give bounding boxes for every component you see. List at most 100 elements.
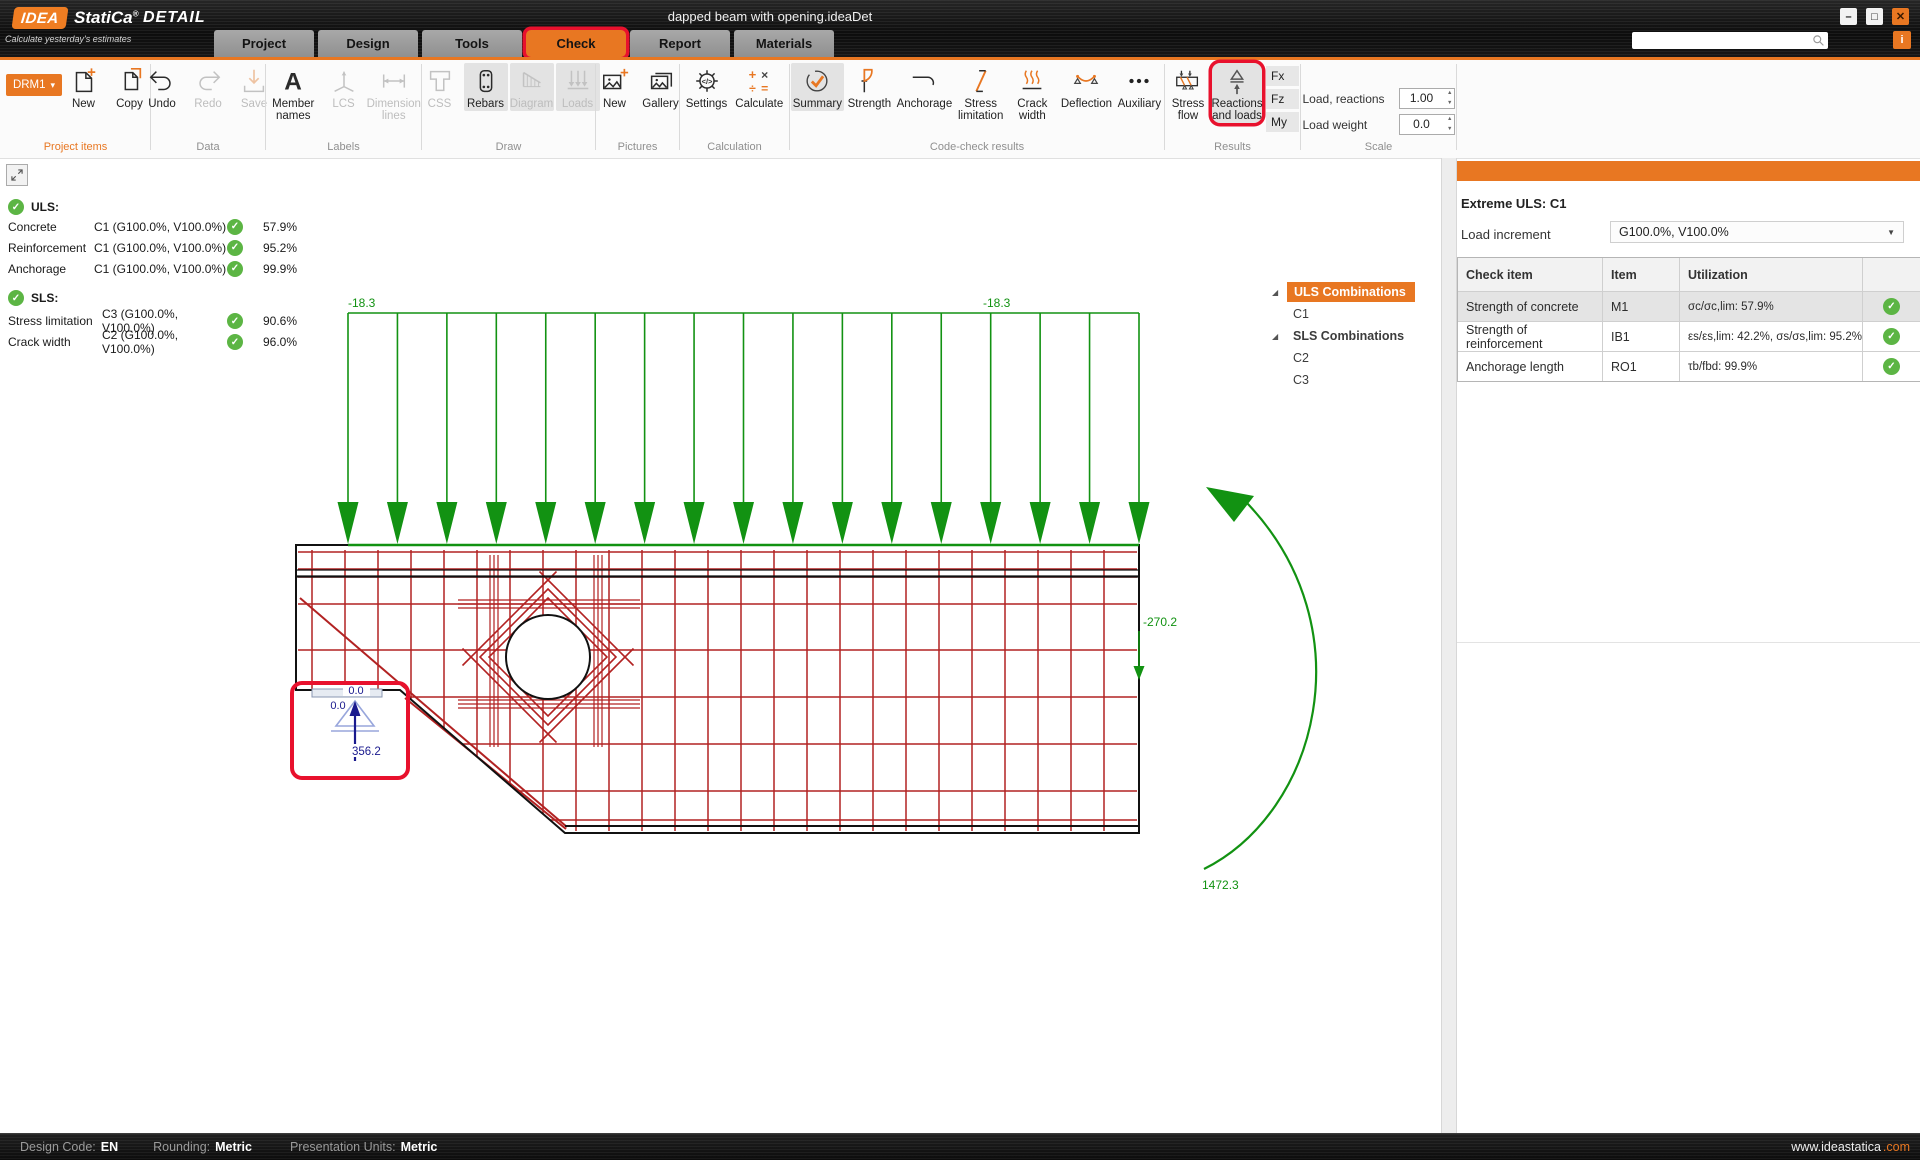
ellipsis-icon	[1122, 65, 1156, 97]
svg-text:</>: </>	[701, 77, 712, 86]
auxiliary-button[interactable]: Auxiliary	[1116, 63, 1163, 111]
table-row[interactable]: Strength of concrete M1 σc/σc,lim: 57.9%…	[1458, 291, 1920, 321]
load-arrows-icon	[561, 65, 595, 97]
ribbon-group-code-check-results: Summary Strength Anchorage Stress limita…	[791, 60, 1163, 138]
main-reinforcement-lines	[296, 570, 1139, 826]
close-button[interactable]: ✕	[1892, 8, 1909, 25]
tab-report[interactable]: Report	[630, 30, 730, 57]
dimension-icon	[377, 65, 411, 97]
dimension-lines-button[interactable]: Dimension lines	[368, 63, 421, 123]
distributed-load	[338, 313, 1150, 544]
combinations-tree: ◢ ULS Combinations C1 ◢ SLS Combinations…	[1272, 281, 1415, 391]
tab-project[interactable]: Project	[214, 30, 314, 57]
reactions-and-loads-button[interactable]: Reactions and loads	[1212, 63, 1262, 123]
cross-section-icon	[423, 65, 457, 97]
deflection-icon	[1069, 65, 1103, 97]
spinner-down-icon: ▼	[1447, 99, 1452, 108]
rebar-section-icon	[469, 65, 503, 97]
support-dim-left: 0.0	[330, 700, 345, 712]
module-name: DETAIL	[143, 9, 206, 27]
rebars-button[interactable]: Rebars	[464, 63, 508, 111]
tab-tools[interactable]: Tools	[422, 30, 522, 57]
crack-width-button[interactable]: Crack width	[1007, 63, 1057, 123]
group-label-data: Data	[152, 141, 264, 153]
undo-icon	[145, 65, 179, 97]
strength-icon	[852, 65, 886, 97]
redo-button[interactable]: Redo	[186, 63, 230, 111]
ribbon-group-draw: CSS Rebars Diagram Loads	[423, 60, 594, 138]
load-increment-label: Load increment	[1461, 227, 1551, 242]
tab-design[interactable]: Design	[318, 30, 418, 57]
moment-arrowhead	[1206, 487, 1254, 522]
undo-button[interactable]: Undo	[140, 63, 184, 111]
info-button[interactable]: i	[1893, 31, 1911, 49]
result-component-toggles: Fx Fz My	[1266, 66, 1299, 132]
minimize-button[interactable]: –	[1840, 8, 1857, 25]
tree-item-c2[interactable]: C2	[1272, 347, 1415, 369]
toggle-fz[interactable]: Fz	[1266, 89, 1299, 109]
uls-result-row: AnchorageC1 (G100.0%, V100.0%) ✓99.9%	[8, 258, 297, 279]
ribbon-group-scale: Load, reactions 1.00 ▲▼ Load weight 0.0 …	[1302, 60, 1455, 138]
check-items-table: Check item Item Utilization Strength of …	[1457, 257, 1920, 382]
strength-button[interactable]: Strength	[846, 63, 893, 111]
tab-check[interactable]: Check	[526, 30, 626, 57]
maximize-button[interactable]: □	[1866, 8, 1883, 25]
svg-text:A: A	[284, 68, 302, 95]
gallery-button[interactable]: Gallery	[639, 63, 683, 111]
pass-icon: ✓	[8, 199, 24, 215]
diagram-icon	[515, 65, 549, 97]
stress-limitation-button[interactable]: Stress limitation	[956, 63, 1006, 123]
stress-flow-button[interactable]: Stress flow	[1166, 63, 1210, 123]
tree-item-c3[interactable]: C3	[1272, 369, 1415, 391]
tab-materials[interactable]: Materials	[734, 30, 834, 57]
support-dim-top: 0.0	[348, 685, 363, 697]
lcs-button[interactable]: LCS	[322, 63, 366, 111]
calculate-button[interactable]: +×÷= Calculate	[732, 63, 786, 111]
svg-text:×: ×	[761, 68, 768, 82]
expander-icon[interactable]: ◢	[1272, 288, 1287, 297]
load-increment-dropdown[interactable]: G100.0%, V100.0% ▼	[1610, 221, 1904, 243]
toggle-fx[interactable]: Fx	[1266, 66, 1299, 86]
new-project-item-button[interactable]: New	[62, 63, 106, 111]
website-link[interactable]: www.ideastatica.com	[1791, 1140, 1910, 1154]
panel-header-bar	[1457, 161, 1920, 181]
group-label-scale: Scale	[1302, 141, 1455, 153]
moment-value-label: 1472.3	[1202, 878, 1239, 892]
calculate-icon: +×÷=	[742, 65, 776, 97]
group-separator	[789, 64, 790, 150]
fit-view-button[interactable]	[6, 164, 28, 186]
search-box[interactable]	[1632, 32, 1828, 49]
stress-limitation-icon	[964, 65, 998, 97]
sls-summary-header: ✓ SLS:	[8, 289, 297, 307]
gallery-icon	[644, 65, 678, 97]
table-row[interactable]: Anchorage length RO1 τb/fbd: 99.9% ✓	[1458, 351, 1920, 381]
load-value-label-right: -18.3	[983, 296, 1011, 310]
load-reactions-scale-input[interactable]: 1.00 ▲▼	[1399, 88, 1455, 109]
css-button[interactable]: CSS	[418, 63, 462, 111]
table-row[interactable]: Strength of reinforcement IB1 εs/εs,lim:…	[1458, 321, 1920, 351]
new-picture-button[interactable]: New	[593, 63, 637, 111]
deflection-button[interactable]: Deflection	[1059, 63, 1114, 111]
anchorage-button[interactable]: Anchorage	[895, 63, 954, 111]
pass-icon: ✓	[227, 219, 243, 235]
load-weight-scale-input[interactable]: 0.0 ▲▼	[1399, 114, 1455, 135]
settings-button[interactable]: </> Settings	[683, 63, 731, 111]
load-weight-scale-label: Load weight	[1303, 118, 1391, 132]
tree-item-uls-combinations[interactable]: ◢ ULS Combinations	[1272, 281, 1415, 303]
search-input[interactable]	[1632, 34, 1812, 47]
diagram-button[interactable]: Diagram	[510, 63, 554, 111]
brand-name: StatiCa®	[74, 8, 138, 28]
pass-icon: ✓	[8, 290, 24, 306]
panel-splitter[interactable]	[1441, 158, 1457, 1133]
expander-icon[interactable]: ◢	[1272, 332, 1287, 341]
stress-flow-icon	[1171, 65, 1205, 97]
status-design-code: Design Code:EN	[20, 1140, 118, 1154]
gear-icon: </>	[690, 65, 724, 97]
toggle-my[interactable]: My	[1266, 112, 1299, 132]
group-label-code-check-results: Code-check results	[791, 141, 1163, 153]
tree-item-sls-combinations[interactable]: ◢ SLS Combinations	[1272, 325, 1415, 347]
tree-item-c1[interactable]: C1	[1272, 303, 1415, 325]
summary-button[interactable]: Summary	[791, 63, 844, 111]
member-names-button[interactable]: A Member names	[267, 63, 320, 123]
title-bar: IDEA StatiCa® DETAIL Calculate yesterday…	[0, 0, 1920, 57]
